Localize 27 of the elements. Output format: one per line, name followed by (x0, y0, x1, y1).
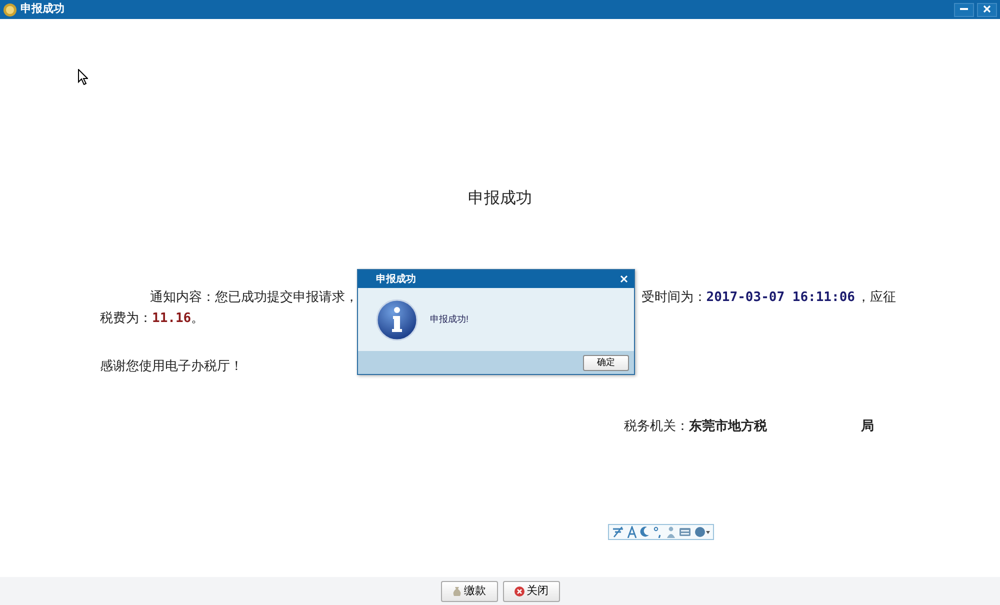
moon-icon[interactable] (640, 526, 650, 538)
close-icon (982, 4, 991, 13)
close-icon (514, 586, 524, 596)
ok-button[interactable]: 确定 (583, 354, 629, 370)
authority-name: 东莞市地方税 (689, 416, 767, 434)
close-button[interactable] (976, 2, 997, 16)
minimize-button[interactable] (954, 2, 974, 16)
notice-text: 税费为：11.16。 (100, 308, 204, 328)
thanks-text: 感谢您使用电子办税厅！ (100, 357, 243, 375)
pay-button[interactable]: 缴款 (440, 580, 498, 602)
dialog-message: 申报成功! (430, 312, 469, 326)
window-title: 申报成功 (20, 2, 64, 18)
punctuation-icon[interactable] (653, 526, 663, 538)
notice-text: 通知内容：您已成功提交申报请求， (150, 288, 358, 306)
app-icon (3, 2, 18, 16)
minimize-icon (960, 7, 968, 10)
person-icon[interactable] (666, 526, 676, 538)
authority-name: 局 (861, 416, 874, 434)
dialog-title: 申报成功 (376, 272, 416, 286)
keyboard-icon[interactable] (679, 527, 691, 537)
close-button[interactable]: 关闭 (502, 580, 560, 602)
authority-label: 税务机关： (624, 416, 689, 434)
font-icon[interactable] (627, 526, 637, 538)
page-heading: 申报成功 (468, 188, 532, 209)
info-icon (376, 298, 418, 340)
notice-text: 受时间为：2017-03-07 16:11:06，应征 (641, 288, 896, 307)
cursor-icon (78, 69, 88, 85)
